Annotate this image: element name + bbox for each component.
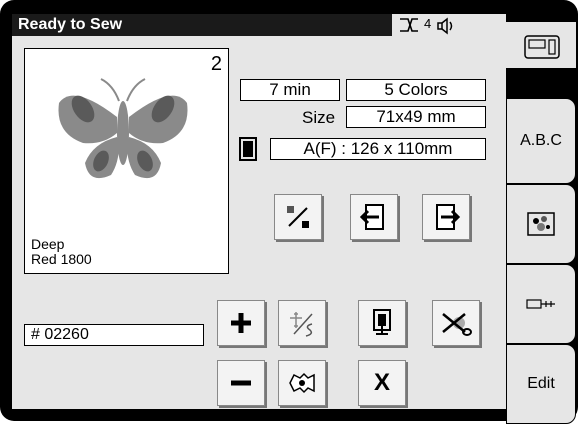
plus-icon [231,313,251,333]
hoop-size: A(F) : 126 x 110mm [270,138,486,160]
pattern-id-field: # 02260 [24,324,204,346]
butterfly-image [58,78,188,179]
embroidery-icon [527,212,555,236]
thread-line-1: Deep [31,236,65,252]
move-right-button[interactable] [422,194,470,240]
tab-abc[interactable]: A.B.C [506,98,576,184]
settings-button[interactable] [278,360,326,406]
stitch-button[interactable] [278,300,326,346]
tab-edit[interactable]: Edit [506,344,576,424]
trial-icon [287,206,309,228]
size-label: Size [302,108,336,127]
minus-icon [231,380,251,386]
right-arrow-icon [436,204,461,230]
size-value: 71x49 mm [346,106,486,128]
color-count: 5 Colors [346,79,486,101]
thread-color-label: Deep Red 1800 [31,237,92,267]
scissors-icon [442,313,472,336]
bobbin-icon [373,309,391,335]
needle-number: 4 [424,16,432,31]
sewing-time: 7 min [240,79,340,101]
gear-icon [289,372,315,394]
tab-embroidery[interactable] [506,184,576,264]
hoop-icon [239,137,257,161]
tab-usb[interactable] [506,264,576,344]
plus-button[interactable] [217,300,265,346]
speaker-icon [437,17,453,35]
trim-button[interactable] [432,300,480,346]
move-left-button[interactable] [350,194,398,240]
thread-line-2: Red 1800 [31,251,92,267]
screen: Ready to Sew 4 2 Deep Red 1800 7 min 5 C… [12,14,506,409]
needle-status: 4 [396,15,466,35]
stitch-icon [290,312,313,337]
bobbin-button[interactable] [358,300,406,346]
side-tabs: A.B.C Edit [506,14,578,424]
embroidery-preview: 2 Deep Red 1800 [24,48,229,274]
status-text: Ready to Sew [18,16,123,33]
cancel-button[interactable]: X [358,360,406,406]
usb-icon [526,299,555,309]
trial-button[interactable] [274,194,322,240]
left-arrow-icon [359,204,384,230]
pattern-count: 2 [210,53,222,75]
status-bar: Ready to Sew [12,14,392,36]
minus-button[interactable] [217,360,265,406]
